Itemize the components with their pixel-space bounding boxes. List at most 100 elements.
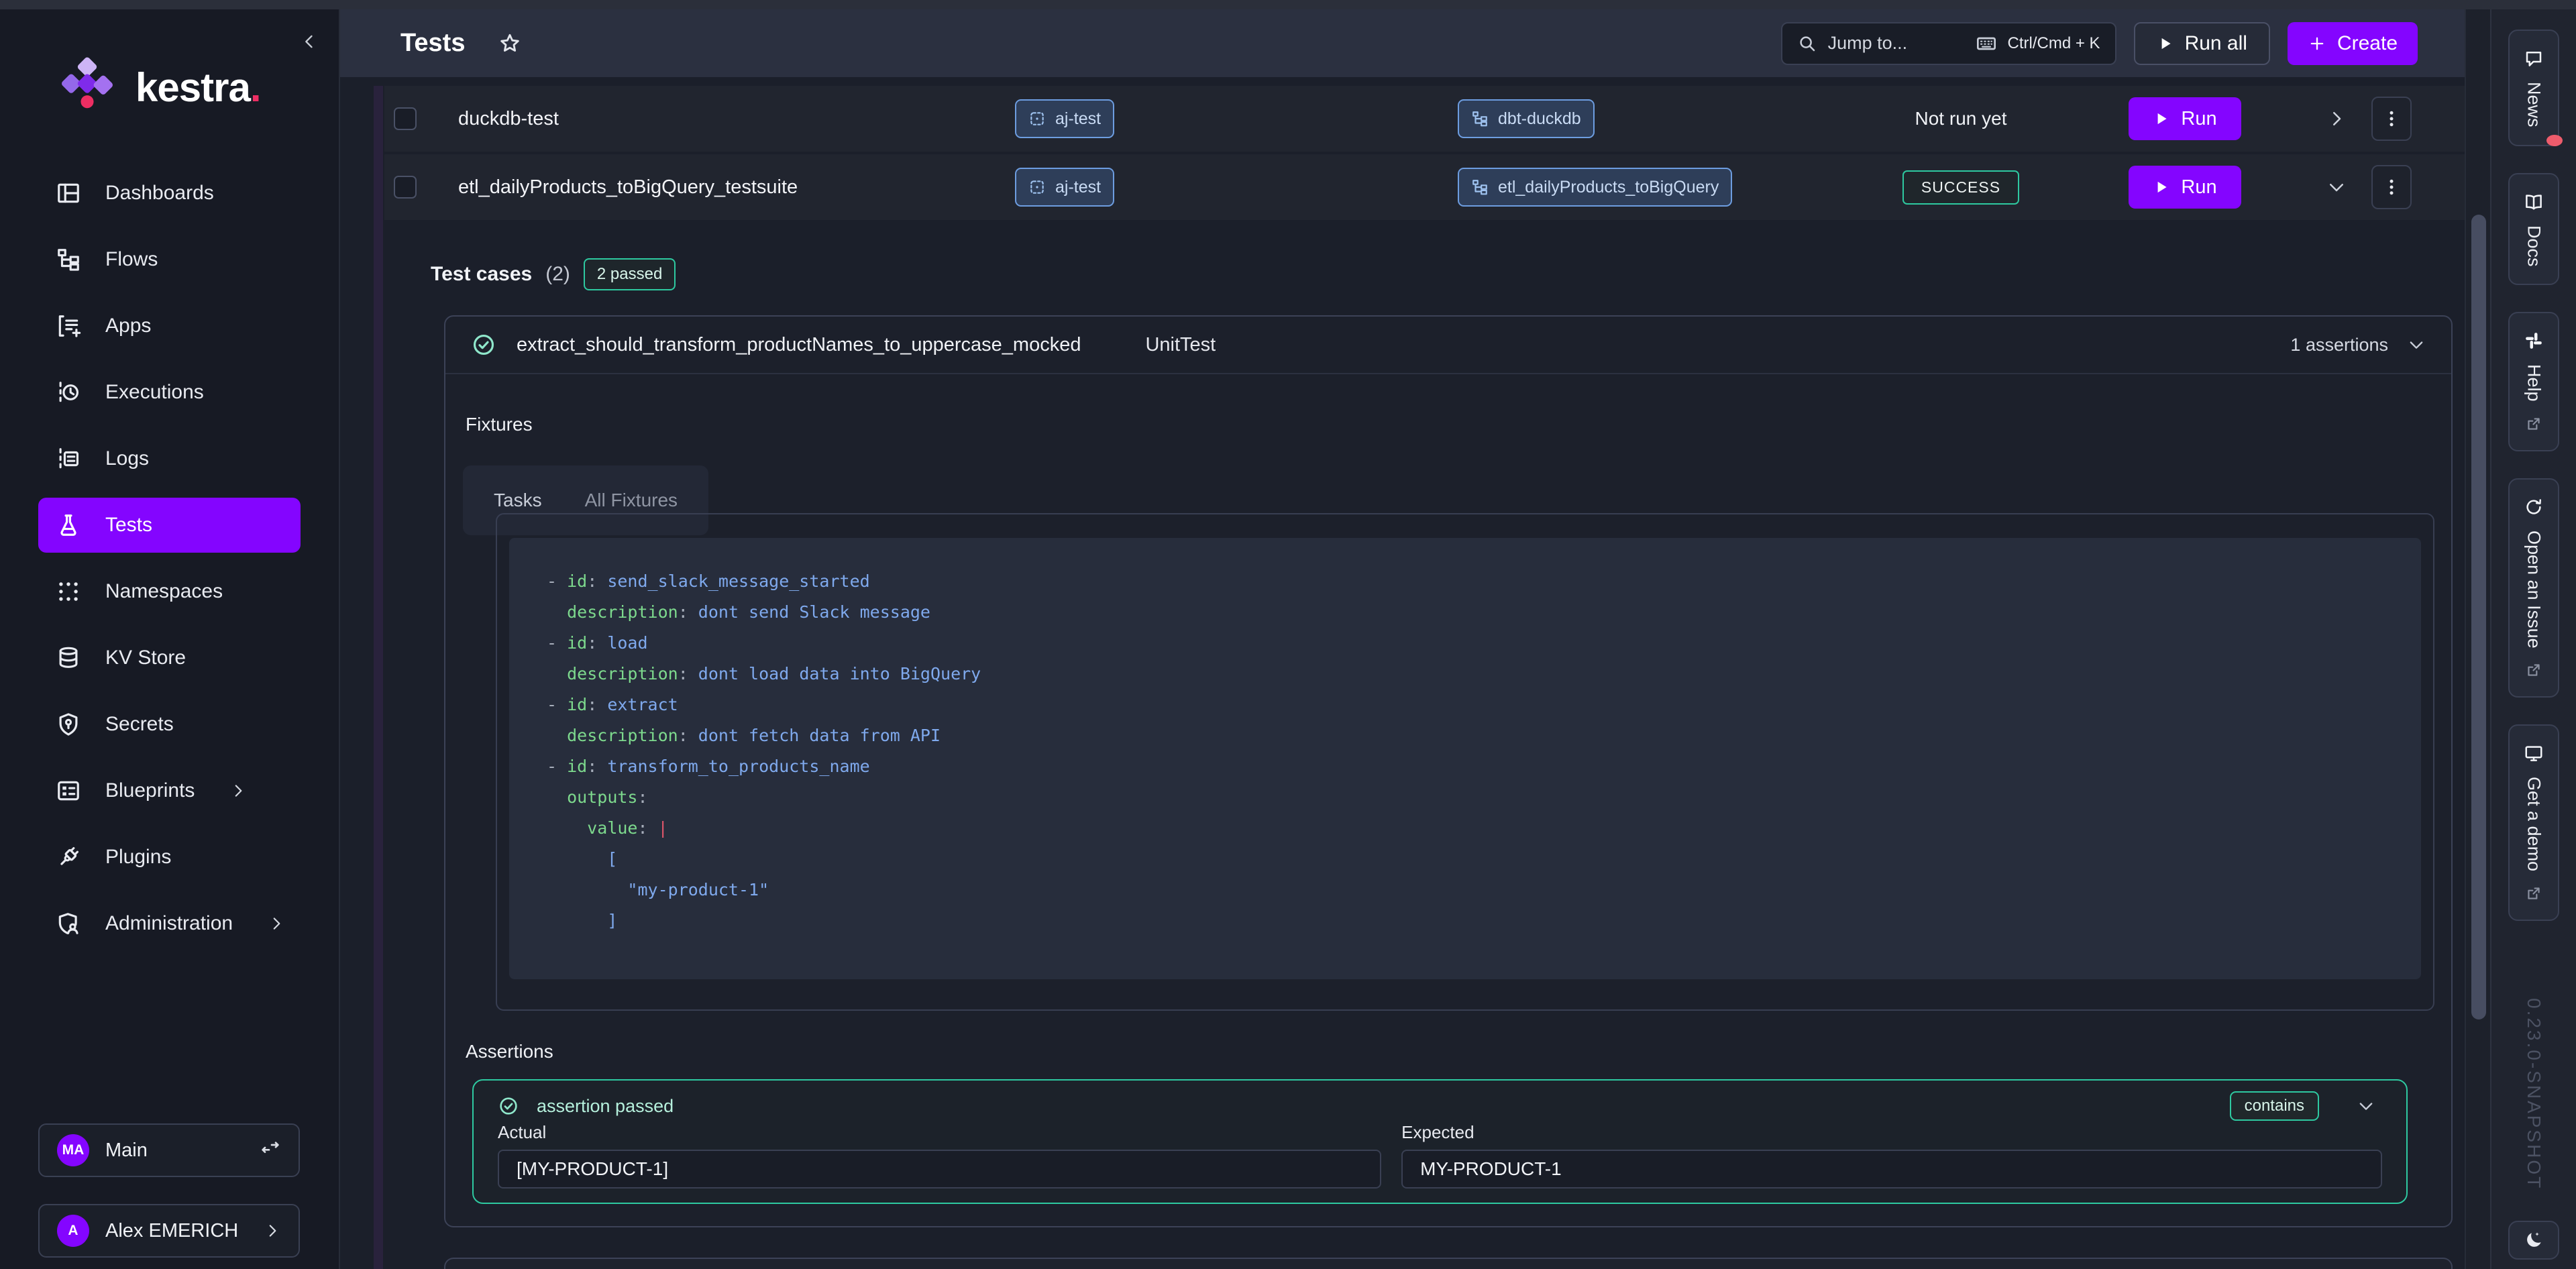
expand-chevron-right-icon[interactable] xyxy=(2326,109,2347,129)
sidebar-item-dashboards[interactable]: Dashboards xyxy=(38,166,301,221)
sidebar-item-administration[interactable]: Administration xyxy=(38,896,301,951)
test-case-header[interactable]: extract_should_transform_productNames_to… xyxy=(445,317,2451,374)
play-icon xyxy=(2153,178,2170,196)
sidebar-item-executions[interactable]: Executions xyxy=(38,365,301,420)
create-button[interactable]: Create xyxy=(2288,22,2418,65)
code-line: - id: transform_to_products_name xyxy=(547,751,2383,782)
rail-button-label: Help xyxy=(2524,364,2544,402)
test-cases-title: Test cases xyxy=(431,263,532,286)
workspace-label: Main xyxy=(105,1140,148,1162)
sidebar-item-logs[interactable]: Logs xyxy=(38,431,301,486)
row-menu-button[interactable] xyxy=(2371,97,2412,141)
status-badge: SUCCESS xyxy=(1902,170,2019,205)
rail-button-open-an-issue[interactable]: Open an Issue xyxy=(2508,478,2559,698)
version-label: 0.23.0-SNAPSHOT xyxy=(2523,998,2544,1190)
secrets-icon xyxy=(56,712,81,737)
code-line: description: dont send Slack message xyxy=(547,597,2383,628)
namespace-badge[interactable]: aj-test xyxy=(1015,99,1114,138)
sidebar-item-plugins[interactable]: Plugins xyxy=(38,830,301,885)
assertion-card: assertion passed contains Actual [MY-PRO… xyxy=(472,1079,2408,1204)
sidebar-item-apps[interactable]: Apps xyxy=(38,298,301,353)
passed-badge: 2 passed xyxy=(584,258,676,290)
code-line: [ xyxy=(547,844,2383,875)
page-title: Tests xyxy=(400,29,465,58)
test-name: etl_dailyProducts_toBigQuery_testsuite xyxy=(458,154,798,220)
favorite-star-icon[interactable] xyxy=(498,32,521,55)
run-all-button[interactable]: Run all xyxy=(2134,22,2270,65)
user-avatar: A xyxy=(57,1215,89,1247)
sidebar-item-label: KV Store xyxy=(105,647,186,669)
rail-button-label: Get a demo xyxy=(2524,777,2544,871)
rail-button-news[interactable]: News xyxy=(2508,30,2559,146)
actual-value-field[interactable]: [MY-PRODUCT-1] xyxy=(498,1150,1381,1189)
rail-button-get-a-demo[interactable]: Get a demo xyxy=(2508,724,2559,921)
main-content: duckdb-test aj-test dbt-duckdb Not run y… xyxy=(340,77,2465,1269)
expected-column: Expected MY-PRODUCT-1 xyxy=(1401,1122,2382,1189)
tab-all-fixtures[interactable]: All Fixtures xyxy=(585,490,678,511)
user-menu[interactable]: A Alex EMERICH xyxy=(38,1204,300,1258)
sidebar-item-label: Flows xyxy=(105,248,158,271)
sidebar-item-label: Apps xyxy=(105,315,151,337)
docs-icon xyxy=(2524,192,2544,212)
test-case-type: UnitTest xyxy=(1145,334,1216,356)
dashboards-icon xyxy=(56,180,81,206)
test-case-card: extract_should_transform_productNames_to… xyxy=(444,315,2453,1227)
brand-logo[interactable]: kestra. xyxy=(52,52,260,122)
sidebar-item-label: Administration xyxy=(105,912,233,935)
code-line: description: dont fetch data from API xyxy=(547,720,2383,751)
assertions-toggle[interactable]: 1 assertions xyxy=(2290,335,2426,355)
row-menu-button[interactable] xyxy=(2371,165,2412,209)
namespace-icon xyxy=(1028,178,1046,196)
flow-badge[interactable]: etl_dailyProducts_toBigQuery xyxy=(1458,168,1732,207)
get-a-demo-icon xyxy=(2524,743,2544,763)
actual-label: Actual xyxy=(498,1122,1381,1143)
chevron-down-icon[interactable] xyxy=(2357,1097,2375,1115)
tests-icon xyxy=(56,512,81,538)
user-label: Alex EMERICH xyxy=(105,1220,238,1242)
row-checkbox[interactable] xyxy=(394,107,417,130)
kestra-app: kestra. Dashboards Flows Apps Executions Log… xyxy=(0,0,2576,1269)
test-case-name: extract_should_transform_productNames_to… xyxy=(517,334,1081,356)
table-row[interactable]: duckdb-test aj-test dbt-duckdb Not run y… xyxy=(384,86,2465,152)
selection-accent-strip xyxy=(374,86,383,1269)
sidebar-item-tests[interactable]: Tests xyxy=(38,498,301,553)
code-line: ] xyxy=(547,905,2383,936)
sidebar-item-flows[interactable]: Flows xyxy=(38,232,301,287)
theme-toggle-button[interactable] xyxy=(2508,1221,2559,1260)
rail-button-docs[interactable]: Docs xyxy=(2508,173,2559,286)
rail-button-label: News xyxy=(2524,82,2544,127)
fixtures-title: Fixtures xyxy=(466,414,533,435)
tab-tasks[interactable]: Tasks xyxy=(494,490,542,511)
run-button[interactable]: Run xyxy=(2129,97,2241,140)
sidebar-item-blueprints[interactable]: Blueprints xyxy=(38,763,301,818)
namespace-badge[interactable]: aj-test xyxy=(1015,168,1114,207)
sidebar-item-kv-store[interactable]: KV Store xyxy=(38,630,301,685)
rail-button-help[interactable]: Help xyxy=(2508,312,2559,451)
next-test-case-card-partial[interactable] xyxy=(444,1258,2453,1269)
sidebar-item-namespaces[interactable]: Namespaces xyxy=(38,564,301,619)
operator-badge[interactable]: contains xyxy=(2230,1091,2319,1121)
scrollbar-thumb[interactable] xyxy=(2471,215,2486,1019)
sidebar-item-label: Logs xyxy=(105,447,149,470)
jump-to-search[interactable]: Jump to... Ctrl/Cmd + K xyxy=(1781,22,2116,65)
run-button[interactable]: Run xyxy=(2129,166,2241,209)
moon-icon xyxy=(2524,1230,2544,1250)
flow-badge[interactable]: dbt-duckdb xyxy=(1458,99,1595,138)
assertions-title: Assertions xyxy=(466,1041,553,1062)
fixtures-code-editor[interactable]: - id: send_slack_message_started descrip… xyxy=(509,538,2421,979)
search-placeholder: Jump to... xyxy=(1828,33,1908,54)
vertical-scrollbar[interactable] xyxy=(2465,9,2490,1269)
fixtures-panel: - id: send_slack_message_started descrip… xyxy=(496,513,2434,1011)
sidebar-item-secrets[interactable]: Secrets xyxy=(38,697,301,752)
workspace-switcher[interactable]: MA Main xyxy=(38,1123,300,1177)
news-icon xyxy=(2524,48,2544,68)
collapse-chevron-down-icon[interactable] xyxy=(2326,177,2347,197)
sidebar-collapse-icon[interactable] xyxy=(300,32,319,51)
swap-icon xyxy=(260,1140,281,1161)
expected-value-field[interactable]: MY-PRODUCT-1 xyxy=(1401,1150,2382,1189)
table-row[interactable]: etl_dailyProducts_toBigQuery_testsuite a… xyxy=(384,154,2465,220)
namespaces-icon xyxy=(56,579,81,604)
row-checkbox[interactable] xyxy=(394,176,417,199)
play-icon xyxy=(2157,35,2174,52)
sidebar-item-label: Dashboards xyxy=(105,182,214,205)
